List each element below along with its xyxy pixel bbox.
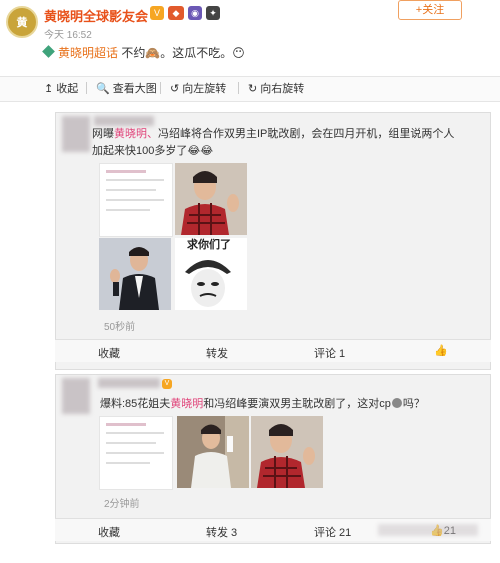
card1-text: 网曝黄晓明、冯绍峰将合作双男主IP耽改剧，会在四月开机，组里说两个人 加起来快1… [92, 126, 487, 160]
post-body: 不约🙈。这瓜不吃。😶 [118, 46, 245, 60]
collapse-label: 收起 [56, 83, 79, 95]
card2-rest: 和冯绍峰要演双男主耽改剧了，这对cp [203, 398, 391, 410]
verified-badge-icon: V [162, 379, 172, 389]
card1-rest: 冯绍峰将合作双男主IP耽改剧，会在四月开机，组里说两个人 [158, 128, 455, 140]
rotate-right-label: 向右旋转 [260, 83, 305, 95]
toolbar-divider [238, 82, 239, 94]
account-avatar[interactable]: 黄 [6, 6, 38, 38]
post-text: 黄晓明超话 不约🙈。这瓜不吃。😶 [42, 44, 245, 61]
card1-name: 黄晓明、 [114, 128, 158, 140]
watermark [378, 524, 478, 536]
avatar-text: 黄 [16, 17, 28, 29]
rotate-left-button[interactable]: ↺ 向左旋转 [170, 80, 226, 96]
post-time: 今天 16:52 [44, 30, 92, 41]
supertopic-link[interactable]: 黄晓明超话 [58, 46, 118, 60]
view-large-button[interactable]: 🔍 查看大图 [96, 80, 157, 96]
photo-plaid-image [175, 163, 247, 235]
toolbar-divider [160, 82, 161, 94]
rotate-right-icon: ↻ [248, 83, 261, 95]
rotate-right-button[interactable]: ↻ 向右旋转 [248, 80, 304, 96]
vip-badge-icon: ✦ [206, 6, 220, 20]
like-icon[interactable]: 👍 [434, 344, 448, 357]
sticker-face-image [185, 260, 231, 307]
card1-prefix: 网曝 [92, 128, 114, 140]
follow-button[interactable]: +关注 [398, 0, 462, 20]
rotate-left-icon: ↺ [170, 83, 183, 95]
thumb-photo-suit[interactable] [99, 238, 171, 310]
card1-favorite[interactable]: 收藏 [98, 345, 120, 361]
card2-comment[interactable]: 评论 21 [314, 524, 351, 540]
photo-plaid-image-2 [251, 416, 323, 488]
card2-text: 爆料:85花姐夫黄晓明和冯绍峰要演双男主耽改剧了，这对cp 吗？ [100, 396, 490, 413]
thumb-photo-plaid[interactable] [175, 163, 247, 235]
thumb-photo-plaid-2[interactable] [251, 416, 323, 488]
sticker-text: 求你们了 [187, 239, 231, 251]
thumb-screenshot-2[interactable] [99, 416, 173, 490]
card1-timestamp: 50秒前 [104, 322, 136, 333]
blurred-username [94, 116, 154, 126]
blurred-avatar-2 [62, 378, 90, 414]
photo-suit-image [99, 238, 171, 310]
card2-timestamp: 2分钟前 [104, 499, 140, 510]
zoom-icon: 🔍 [96, 83, 113, 95]
card1-repost[interactable]: 转发 [206, 345, 228, 361]
thumb-sticker[interactable]: 求你们了 [175, 238, 247, 310]
level-badge-icon: ◆ [168, 6, 184, 20]
toolbar-divider [86, 82, 87, 94]
card2-prefix: 爆料:85花姐夫 [100, 398, 171, 410]
verified-v-icon: V [150, 6, 164, 20]
emoji-icon [391, 398, 402, 408]
card2-favorite[interactable]: 收藏 [98, 524, 120, 540]
rotate-left-label: 向左旋转 [182, 83, 227, 95]
collapse-button[interactable]: ↥ 收起 [44, 80, 78, 96]
card1-line2: 加起来快100多岁了😂😂 [92, 145, 214, 157]
card1-comment[interactable]: 评论 1 [314, 345, 345, 361]
thumb-screenshot[interactable] [99, 163, 173, 237]
account-name[interactable]: 黄晓明全球影友会 [44, 6, 148, 25]
photo-white-image [177, 416, 249, 488]
collapse-arrow-icon: ↥ [44, 83, 57, 95]
card1-action-bar [55, 339, 491, 362]
blurred-avatar [62, 116, 90, 152]
supertopic-icon [42, 45, 55, 58]
card2-end: 吗？ [402, 398, 425, 410]
thumb-photo-white[interactable] [177, 416, 249, 488]
card2-repost[interactable]: 转发 3 [206, 524, 237, 540]
view-large-label: 查看大图 [112, 83, 157, 95]
member-badge-icon: ◉ [188, 6, 202, 20]
card2-name: 黄晓明 [170, 398, 204, 410]
blurred-username-2 [98, 378, 160, 388]
